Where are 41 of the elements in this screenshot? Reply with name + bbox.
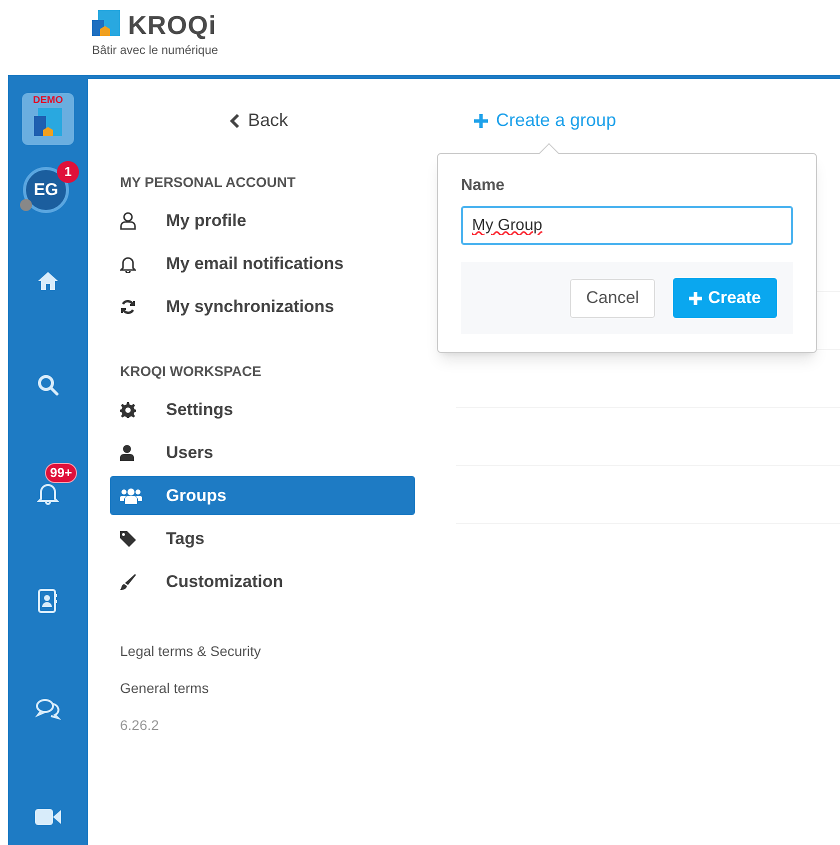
notification-badge: 99+ — [45, 463, 78, 483]
avatar-initials: EG — [34, 179, 58, 202]
footer-link[interactable]: Legal terms & Security — [120, 641, 261, 662]
nav-item[interactable]: My synchronizations — [110, 287, 415, 326]
bell-icon[interactable] — [37, 481, 59, 505]
plus-icon — [689, 292, 702, 304]
demo-label: DEMO — [33, 96, 63, 106]
user-icon — [120, 444, 134, 460]
tag-icon — [120, 530, 136, 546]
tagline: Bâtir avec le numérique — [92, 43, 218, 58]
brush-icon — [120, 574, 136, 590]
plus-icon — [474, 114, 488, 128]
version-label: 6.26.2 — [120, 716, 160, 735]
users-icon — [120, 488, 142, 504]
logo-icon — [34, 108, 62, 136]
nav-item[interactable]: My email notifications — [110, 244, 415, 283]
notification-badge: 1 — [57, 161, 79, 183]
cancel-button[interactable]: Cancel — [570, 278, 656, 318]
chat-icon[interactable] — [35, 698, 61, 720]
section-heading: KROQI WORKSPACE — [120, 362, 262, 381]
video-camera-icon[interactable] — [35, 808, 61, 826]
gear-icon — [120, 402, 136, 418]
user-icon — [120, 212, 136, 230]
footer-link[interactable]: General terms — [120, 678, 209, 699]
logo-text: KROQi — [128, 12, 216, 38]
contact-book-icon[interactable] — [38, 589, 58, 613]
section-heading: MY PERSONAL ACCOUNT — [120, 173, 297, 192]
back-link[interactable]: Back — [230, 107, 288, 134]
nav-item[interactable]: Groups — [110, 476, 415, 515]
home-icon[interactable] — [37, 271, 59, 291]
nav-item[interactable]: Settings — [110, 390, 415, 429]
chevron-left-icon — [230, 112, 240, 128]
nav-item[interactable]: Tags — [110, 519, 415, 558]
name-label: Name — [461, 176, 506, 196]
search-icon[interactable] — [37, 374, 59, 396]
sync-icon — [120, 298, 136, 314]
nav-item[interactable]: Users — [110, 433, 415, 472]
name-field[interactable]: My Group — [461, 206, 793, 245]
nav-item[interactable]: My profile — [110, 201, 415, 240]
nav-item[interactable]: Customization — [110, 562, 415, 601]
bell-icon — [120, 254, 136, 272]
